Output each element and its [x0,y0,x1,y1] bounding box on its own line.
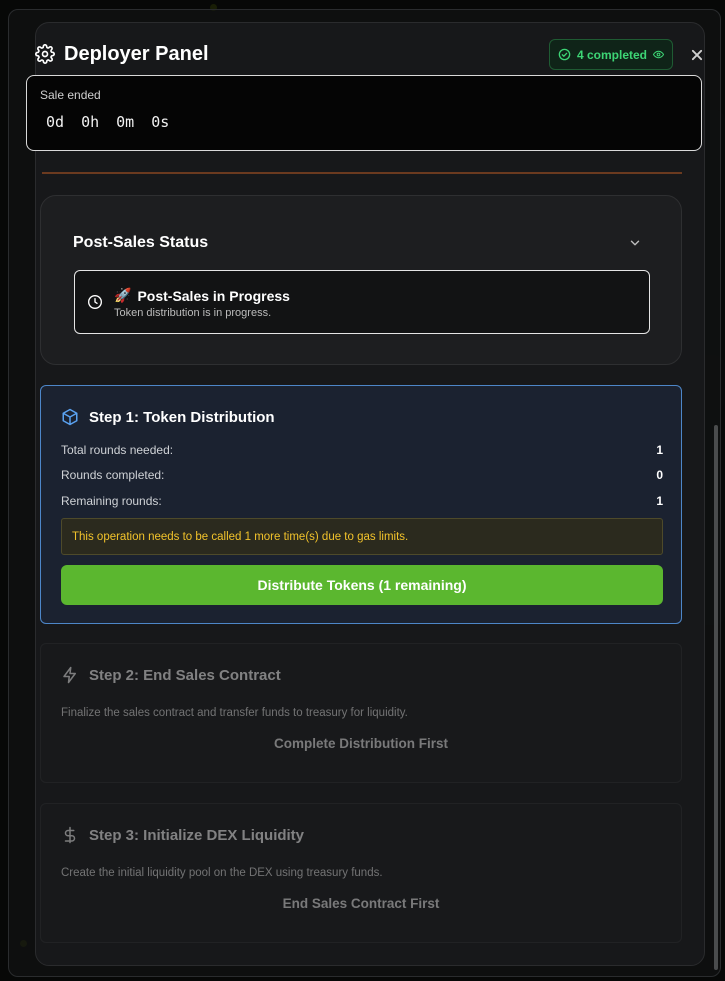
stat-value: 1 [656,494,663,508]
chevron-down-icon[interactable] [628,236,642,250]
gas-limit-warning: This operation needs to be called 1 more… [61,518,663,555]
step-token-distribution: Step 1: Token Distribution Total rounds … [40,385,682,624]
stat-row: Total rounds needed: 1 [61,443,663,457]
stat-label: Remaining rounds: [61,494,162,508]
step-heading: Step 3: Initialize DEX Liquidity [61,826,304,844]
step-end-sales-contract: Step 2: End Sales Contract Finalize the … [40,643,682,783]
step-title: Step 1: Token Distribution [89,408,275,426]
dollar-icon [64,826,76,844]
post-sales-status-text: Post-Sales in Progress [137,287,290,304]
post-sales-status-card[interactable]: Post-Sales Status 🚀 Post-Sales in Progre… [40,195,682,365]
step-title: Step 2: End Sales Contract [89,666,281,684]
check-circle-icon [558,48,571,61]
countdown-days: 0d [46,113,65,131]
post-sales-status-box: 🚀 Post-Sales in Progress Token distribut… [74,270,650,334]
countdown-hours: 0h [81,113,100,131]
post-sales-status-sub: Token distribution is in progress. [114,307,272,319]
step-initialize-dex-liquidity: Step 3: Initialize DEX Liquidity Create … [40,803,682,943]
step-description: Finalize the sales contract and transfer… [61,707,408,719]
completed-badge[interactable]: 4 completed [549,39,673,70]
panel-title: Deployer Panel [64,42,209,65]
stat-label: Total rounds needed: [61,443,174,457]
scrollbar[interactable] [714,425,718,970]
step-description: Create the initial liquidity pool on the… [61,867,383,879]
post-sales-status-heading: 🚀 Post-Sales in Progress [114,287,290,304]
countdown-minutes: 0m [116,113,135,131]
gear-icon [35,44,55,64]
step-heading: Step 1: Token Distribution [61,408,275,426]
stat-row: Rounds completed: 0 [61,468,663,482]
stat-value: 0 [656,468,663,482]
sale-countdown: Sale ended 0d 0h 0m 0s [26,75,702,151]
completed-badge-label: 4 completed [576,47,648,62]
close-icon[interactable] [687,45,707,65]
distribute-tokens-button[interactable]: Distribute Tokens (1 remaining) [61,565,663,605]
cube-icon [62,408,78,426]
panel-header: Deployer Panel [35,38,209,70]
step-pending-button: Complete Distribution First [273,736,448,751]
rocket-icon: 🚀 [114,287,132,303]
countdown-seconds: 0s [151,113,170,131]
step-pending-button: End Sales Contract First [282,896,440,911]
lightning-icon [63,666,76,684]
divider [42,172,682,174]
sale-status-label: Sale ended [40,88,101,102]
stat-label: Rounds completed: [61,468,165,482]
stat-row: Remaining rounds: 1 [61,494,663,508]
step-title: Step 3: Initialize DEX Liquidity [89,826,305,844]
post-sales-title: Post-Sales Status [73,234,209,251]
eye-icon [653,50,665,59]
clock-icon [88,295,102,309]
countdown-timer: 0d 0h 0m 0s [46,113,688,131]
step-heading: Step 2: End Sales Contract [61,666,281,684]
stat-value: 1 [656,443,663,457]
